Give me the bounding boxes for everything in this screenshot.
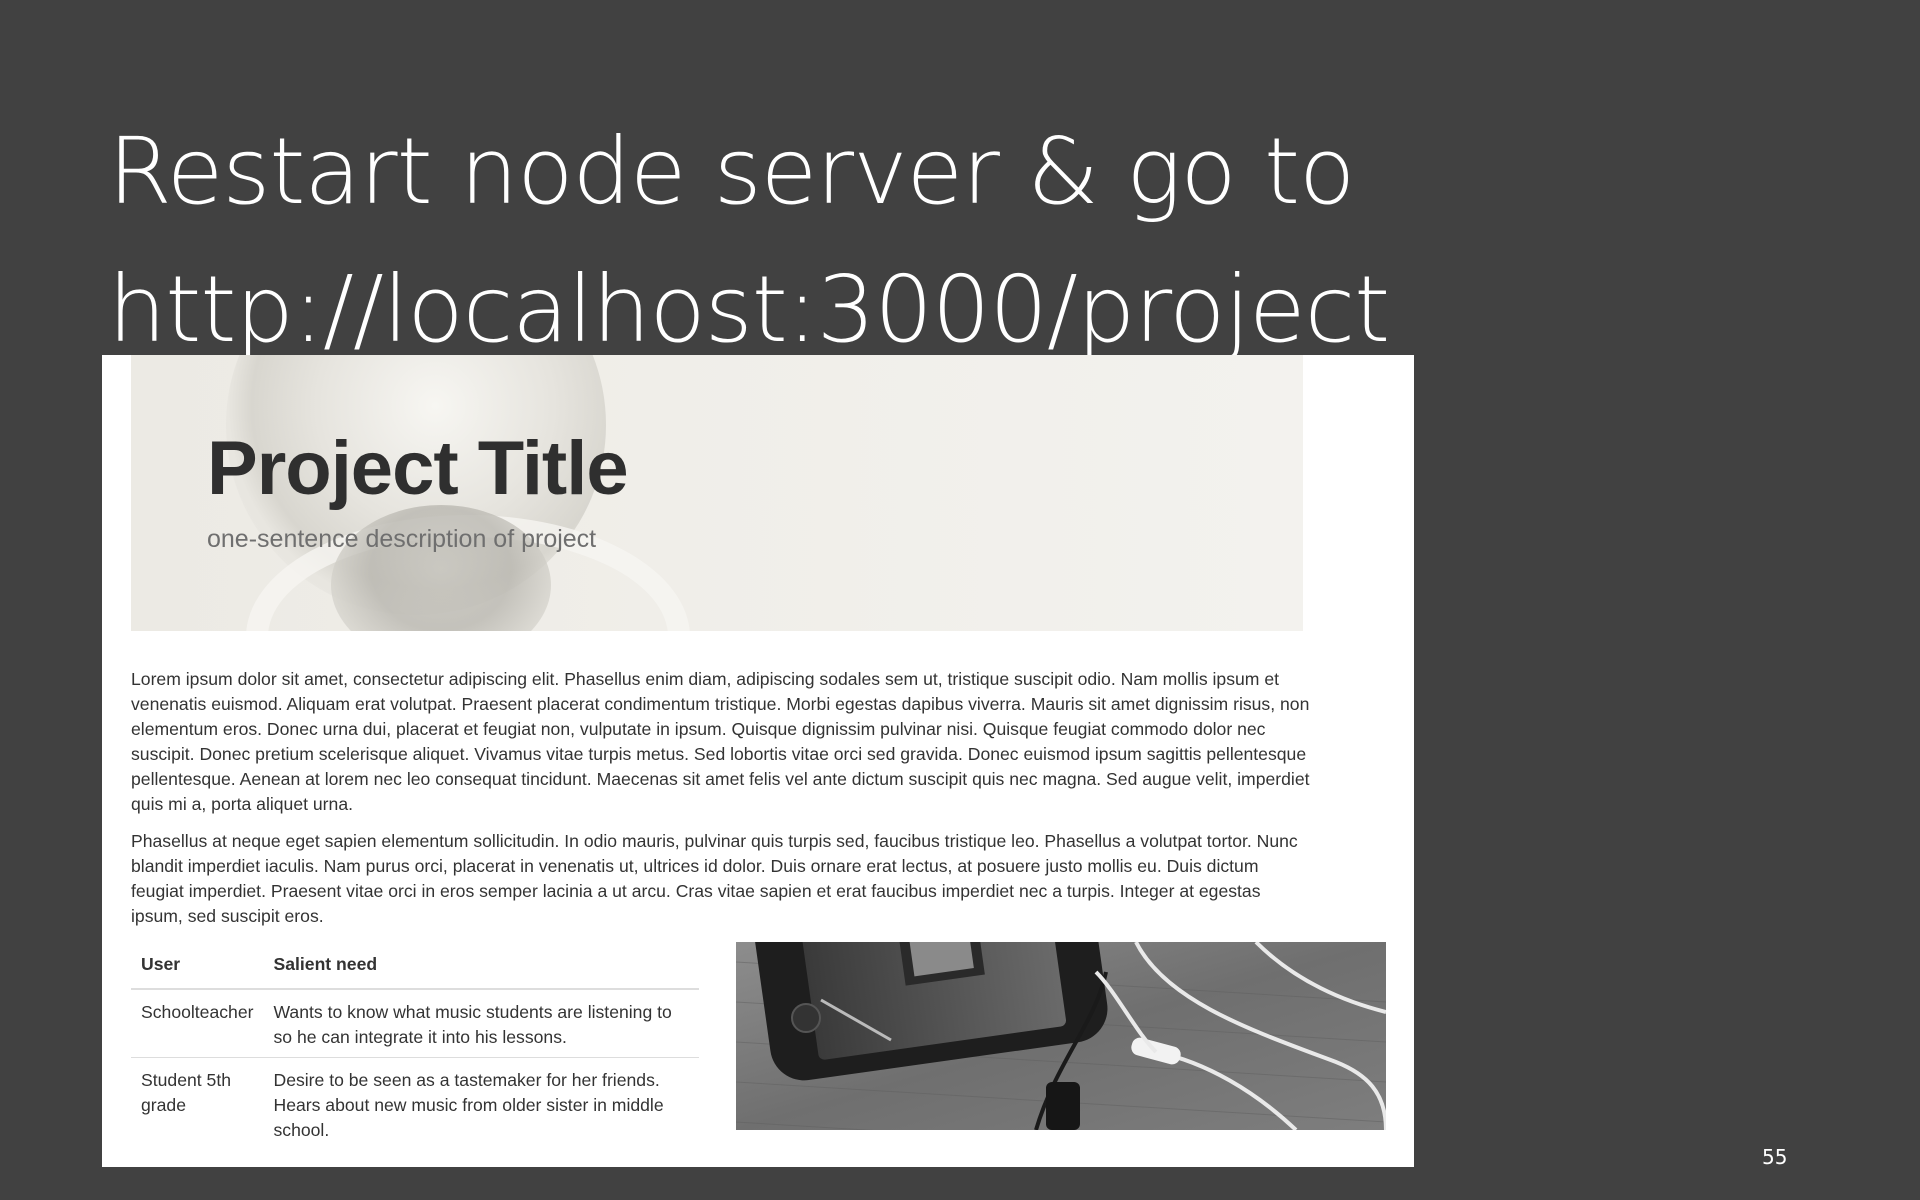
page-number: 55 <box>1762 1145 1788 1169</box>
table-row: Student 5th grade Desire to be seen as a… <box>131 1057 699 1150</box>
phone-with-earphones-photo <box>736 942 1386 1130</box>
column-header-salient-need: Salient need <box>263 942 699 990</box>
project-page-screenshot: Project Title one-sentence description o… <box>102 355 1414 1167</box>
table-header-row: User Salient need <box>131 942 699 990</box>
table-cell-user: Student 5th grade <box>131 1057 264 1150</box>
slide-title: Restart node server & go to http://local… <box>108 103 1390 379</box>
body-paragraph: Lorem ipsum dolor sit amet, consectetur … <box>131 669 1310 814</box>
table-row: Schoolteacher Wants to know what music s… <box>131 989 699 1058</box>
table-cell-need: Wants to know what music students are li… <box>273 1002 672 1047</box>
table-cell-need: Desire to be seen as a tastemaker for he… <box>263 1057 699 1150</box>
hero-banner: Project Title one-sentence description o… <box>131 355 1303 631</box>
column-header-user: User <box>131 942 264 990</box>
project-subtitle: one-sentence description of project <box>207 525 597 553</box>
project-title: Project Title <box>207 426 629 511</box>
slide-title-line-1: Restart node server & go to <box>108 118 1355 225</box>
body-paragraph: Phasellus at neque eget sapien elementum… <box>131 831 1298 926</box>
table-cell-user: Schoolteacher <box>141 1002 254 1022</box>
user-needs-table: User Salient need Schoolteacher Wants to… <box>131 942 699 1150</box>
